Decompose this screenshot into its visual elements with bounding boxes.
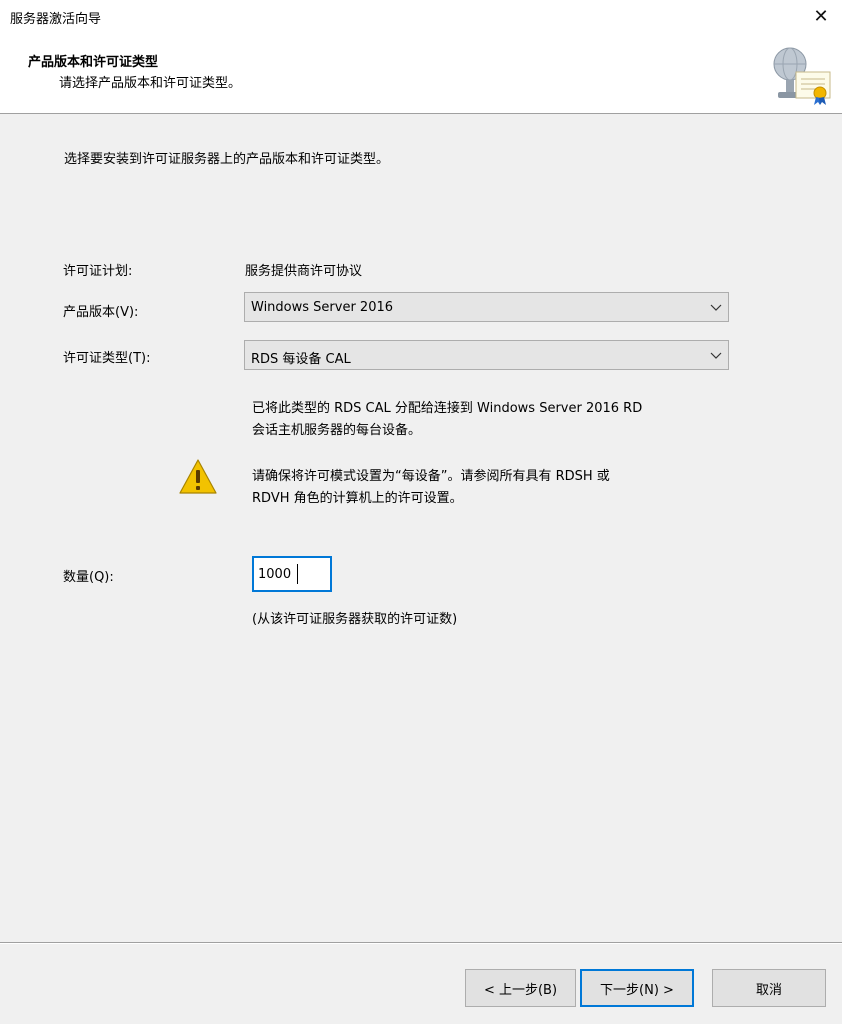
- warning-icon: [179, 459, 217, 494]
- cancel-button[interactable]: 取消: [712, 969, 826, 1007]
- license-type-label: 许可证类型(T):: [63, 351, 151, 366]
- warning-text: 请确保将许可模式设置为“每设备”。请参阅所有具有 RDSH 或 RDVH 角色的…: [252, 466, 752, 510]
- license-info-line: 会话主机服务器的每台设备。: [252, 423, 422, 438]
- page-title: 产品版本和许可证类型: [28, 55, 159, 70]
- page-subtitle: 请选择产品版本和许可证类型。: [59, 76, 242, 91]
- product-version-select[interactable]: Windows Server 2016: [244, 292, 729, 322]
- license-info-line: 已将此类型的 RDS CAL 分配给连接到 Windows Server 201…: [252, 401, 643, 416]
- license-program-label: 许可证计划:: [63, 264, 133, 279]
- chevron-down-icon: [710, 304, 722, 311]
- license-type-value: RDS 每设备 CAL: [251, 352, 351, 367]
- warning-line: 请确保将许可模式设置为“每设备”。请参阅所有具有 RDSH 或: [252, 469, 610, 484]
- product-version-label: 产品版本(V):: [63, 305, 139, 320]
- chevron-down-icon: [710, 352, 722, 359]
- license-program-value: 服务提供商许可协议: [245, 264, 363, 279]
- text-caret: [297, 564, 298, 584]
- close-button[interactable]: ✕: [806, 2, 836, 30]
- window-title: 服务器激活向导: [10, 12, 102, 27]
- wizard-header: 产品版本和许可证类型 请选择产品版本和许可证类型。: [0, 34, 842, 114]
- footer-divider-highlight: [0, 943, 842, 944]
- quantity-field-box[interactable]: [252, 556, 332, 592]
- instruction-text: 选择要安装到许可证服务器上的产品版本和许可证类型。: [64, 152, 390, 167]
- quantity-input[interactable]: [258, 562, 328, 586]
- license-info-text: 已将此类型的 RDS CAL 分配给连接到 Windows Server 201…: [252, 398, 752, 442]
- quantity-label: 数量(Q):: [63, 570, 114, 585]
- next-button[interactable]: 下一步(N) >: [580, 969, 694, 1007]
- warning-line: RDVH 角色的计算机上的许可设置。: [252, 491, 463, 506]
- next-button-label: 下一步(N) >: [600, 982, 674, 998]
- title-bar: 服务器激活向导 ✕: [0, 0, 842, 34]
- close-icon: ✕: [813, 5, 829, 27]
- license-certificate-icon: [773, 47, 831, 105]
- back-button[interactable]: < 上一步(B): [465, 969, 576, 1007]
- product-version-value: Windows Server 2016: [251, 300, 394, 315]
- quantity-hint: (从该许可证服务器获取的许可证数): [252, 612, 458, 627]
- back-button-label: < 上一步(B): [483, 982, 558, 998]
- wizard-content: 选择要安装到许可证服务器上的产品版本和许可证类型。 许可证计划: 服务提供商许可…: [0, 114, 842, 942]
- license-type-select[interactable]: RDS 每设备 CAL: [244, 340, 729, 370]
- cancel-button-label: 取消: [755, 982, 782, 998]
